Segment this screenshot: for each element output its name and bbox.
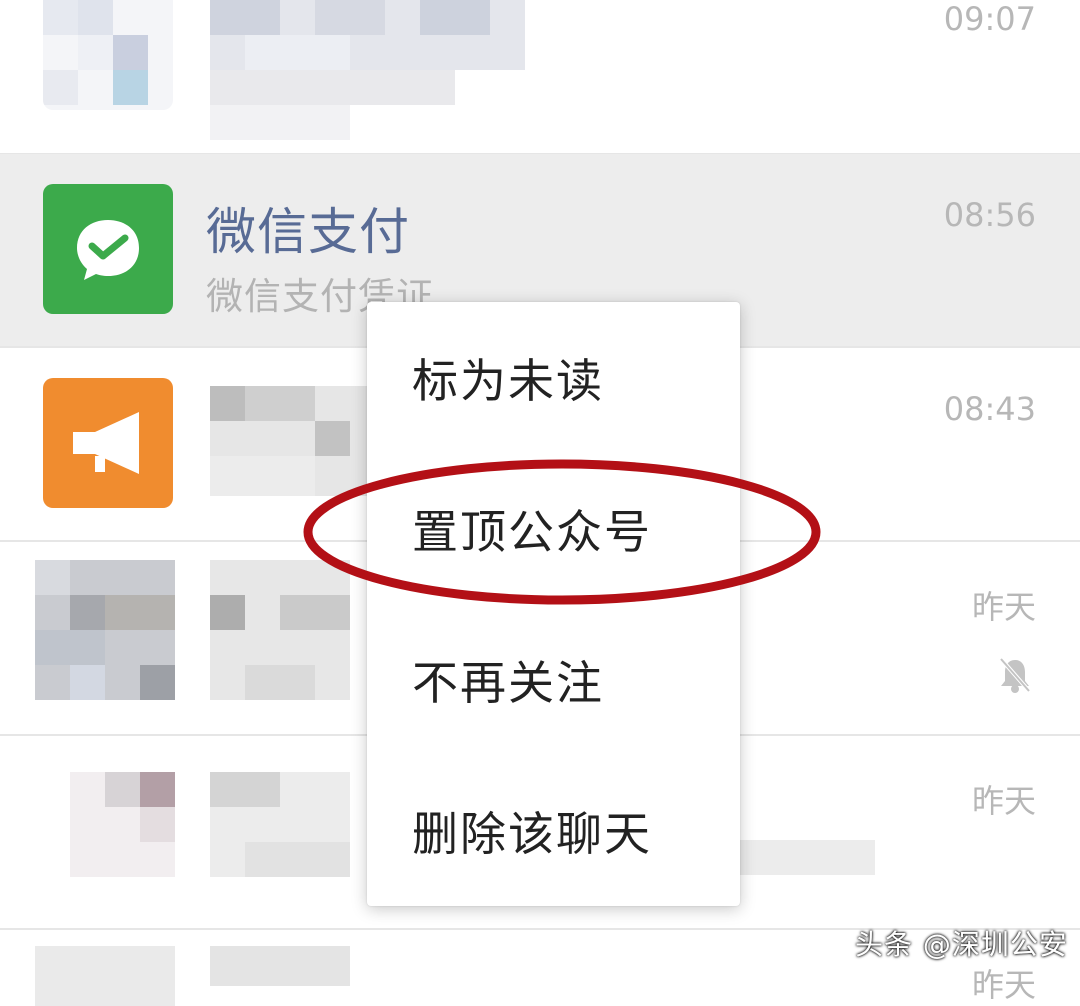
menu-item-delete-chat[interactable]: 删除该聊天 (367, 755, 740, 906)
notice-avatar (43, 378, 173, 508)
menu-item-label: 删除该聊天 (412, 806, 652, 861)
watermark: 头条 @深圳公安 (855, 928, 1068, 961)
blurred-avatar (35, 946, 175, 1006)
chat-time: 09:07 (943, 0, 1036, 38)
menu-item-pin-official-account[interactable]: 置顶公众号 (367, 453, 740, 604)
megaphone-icon (73, 412, 139, 474)
blurred-avatar (70, 772, 175, 877)
context-menu: 标为未读 置顶公众号 不再关注 删除该聊天 (367, 302, 740, 906)
menu-item-mark-unread[interactable]: 标为未读 (367, 302, 740, 453)
blurred-title (210, 946, 350, 986)
wechat-pay-avatar (43, 184, 173, 314)
blurred-avatar (35, 560, 175, 700)
muted-bell-icon (1000, 658, 1031, 693)
blurred-avatar (43, 0, 173, 110)
blurred-subtitle (735, 840, 875, 875)
chat-time: 昨天 (971, 966, 1036, 1004)
menu-item-label: 不再关注 (412, 655, 604, 710)
chat-time: 昨天 (971, 782, 1036, 820)
blurred-title (210, 0, 525, 70)
menu-item-label: 置顶公众号 (412, 504, 652, 559)
chat-time: 08:56 (943, 196, 1036, 234)
chat-row[interactable]: 09:07 (0, 0, 1080, 155)
chat-title: 微信支付 (206, 203, 410, 261)
blurred-title (210, 772, 350, 877)
menu-item-label: 标为未读 (412, 353, 604, 408)
blurred-subtitle (210, 105, 350, 140)
chat-time: 08:43 (943, 390, 1036, 428)
wechat-pay-icon (77, 220, 139, 280)
chat-time: 昨天 (971, 588, 1036, 626)
menu-item-unfollow[interactable]: 不再关注 (367, 604, 740, 755)
blurred-subtitle (210, 70, 455, 105)
blurred-title (210, 386, 385, 496)
blurred-title (210, 560, 350, 700)
